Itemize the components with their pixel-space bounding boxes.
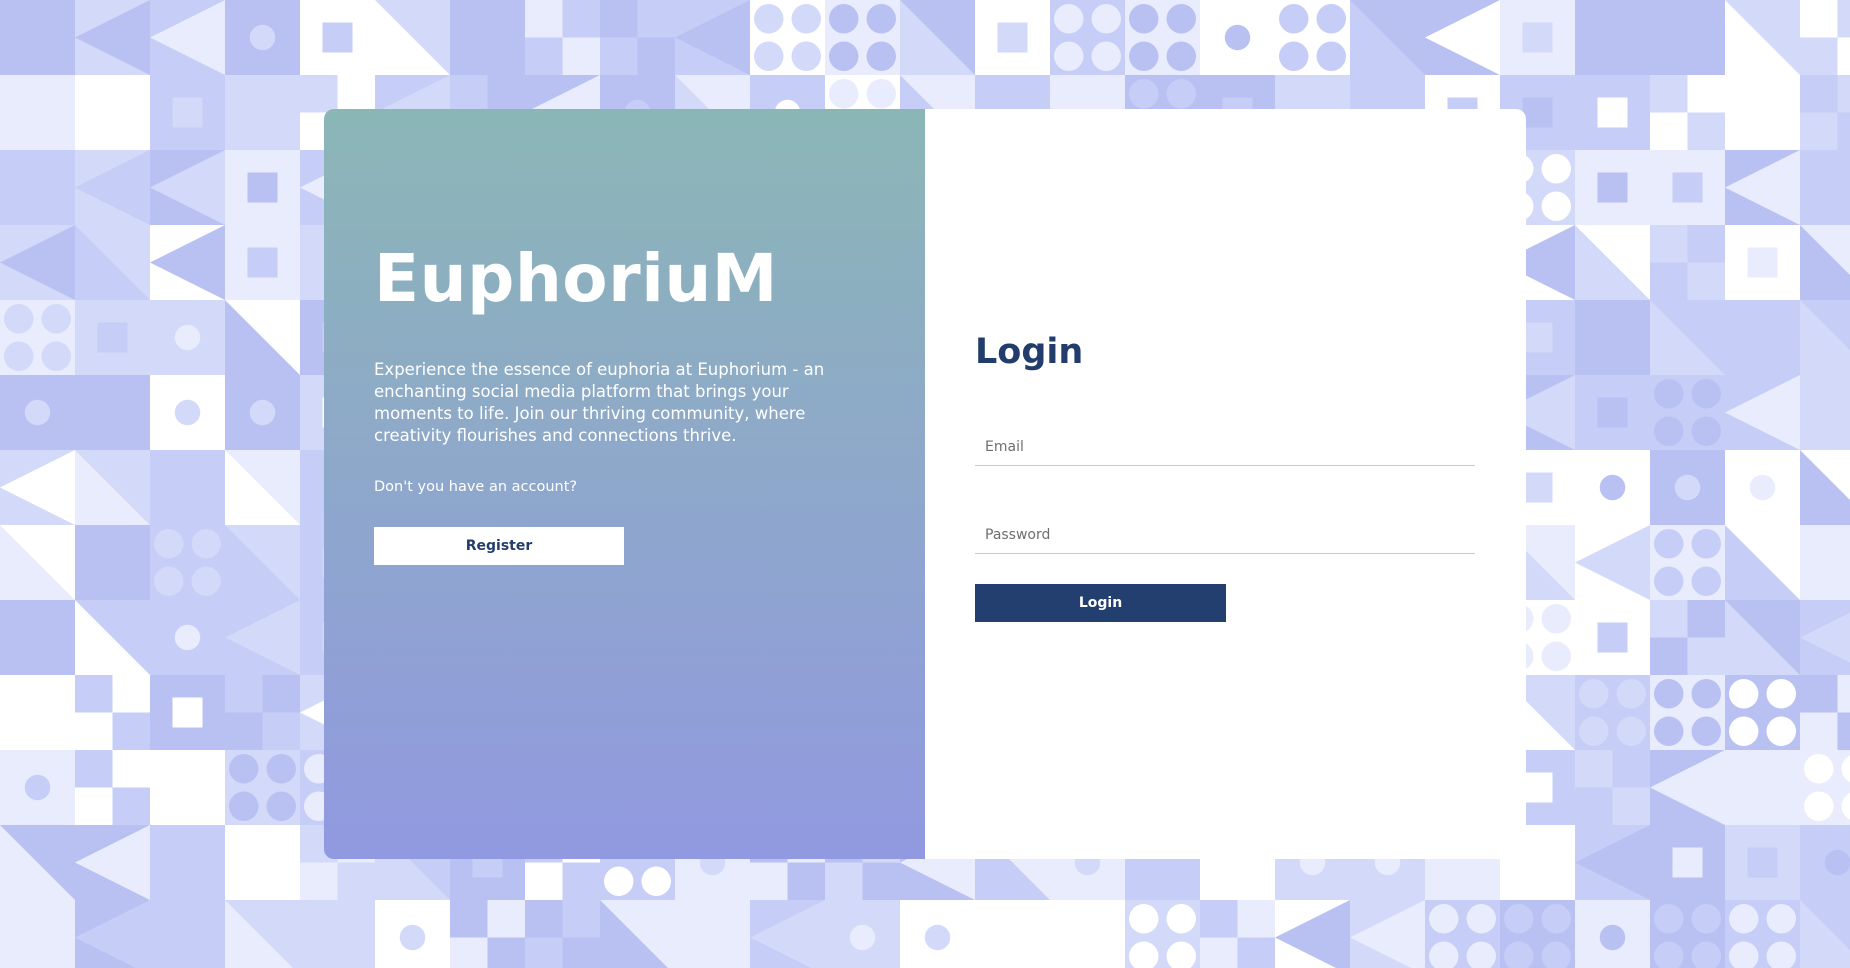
brand-description: Experience the essence of euphoria at Eu… xyxy=(374,360,825,445)
welcome-panel: EuphoriuM Experience the essence of euph… xyxy=(324,109,925,859)
login-panel: Login Login xyxy=(925,109,1526,859)
brand-title: EuphoriuM xyxy=(374,240,778,317)
password-field[interactable] xyxy=(975,516,1475,554)
login-card: EuphoriuM Experience the essence of euph… xyxy=(324,109,1526,859)
register-button[interactable]: Register xyxy=(374,527,624,565)
login-title: Login xyxy=(975,332,1084,372)
account-prompt: Don't you have an account? xyxy=(374,479,578,495)
login-button[interactable]: Login xyxy=(975,584,1226,622)
email-field[interactable] xyxy=(975,428,1475,466)
